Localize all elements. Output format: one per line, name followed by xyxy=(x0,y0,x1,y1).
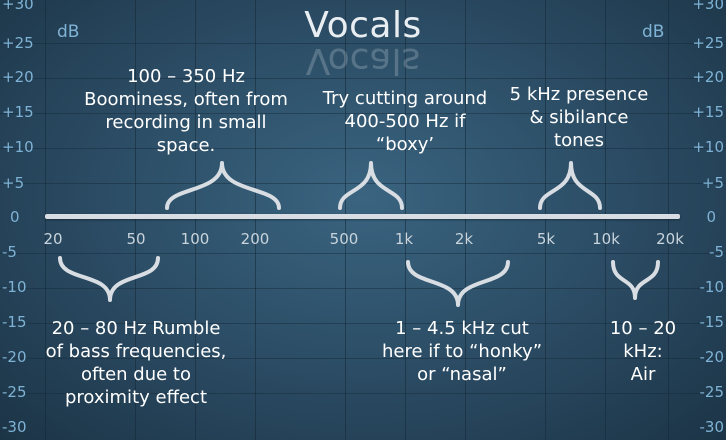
brace-rumble xyxy=(58,256,160,302)
annotation-line: 100 – 350 Hz xyxy=(127,66,245,87)
annotation-line: 1 – 4.5 kHz cut xyxy=(395,318,529,339)
annotation-line: tones xyxy=(554,130,604,151)
annotation-rumble: 20 – 80 Hz Rumble of bass frequencies, o… xyxy=(40,317,232,409)
annotation-line: here if to “honky” xyxy=(381,341,543,362)
annotation-line: “boxy’ xyxy=(375,134,435,155)
brace-honky xyxy=(406,260,510,307)
annotation-line: 400-500 Hz if xyxy=(344,111,466,132)
annotation-line: & sibilance xyxy=(529,107,629,128)
annotation-line: recording in small xyxy=(105,112,267,133)
annotation-air: 10 – 20 kHz: Air xyxy=(600,317,686,386)
annotation-boxy: Try cutting around 400-500 Hz if “boxy’ xyxy=(309,87,501,156)
annotation-line: space. xyxy=(156,135,216,156)
brace-presence xyxy=(538,161,602,210)
annotation-presence: 5 kHz presence & sibilance tones xyxy=(503,83,655,152)
annotation-line: Air xyxy=(630,364,656,385)
annotation-line: Boominess, often from xyxy=(84,89,288,110)
annotation-line: proximity effect xyxy=(64,387,207,408)
annotation-line: 5 kHz presence xyxy=(509,84,649,105)
annotation-line: kHz: xyxy=(623,341,663,362)
annotation-line: or “nasal” xyxy=(417,364,507,385)
annotation-line: 10 – 20 xyxy=(609,318,677,339)
brace-boominess xyxy=(165,161,281,210)
annotation-honky: 1 – 4.5 kHz cut here if to “honky” or “n… xyxy=(372,317,552,386)
annotation-line: often due to xyxy=(81,364,191,385)
annotation-line: Try cutting around xyxy=(322,88,488,109)
annotation-line: of bass frequencies, xyxy=(45,341,227,362)
annotation-line: 20 – 80 Hz Rumble xyxy=(51,318,221,339)
brace-air xyxy=(611,260,660,300)
brace-boxy xyxy=(338,161,404,210)
annotation-boominess: 100 – 350 Hz Boominess, often from recor… xyxy=(79,65,293,157)
eq-diagram: +30 +25 +20 +15 +10 +5 0 -5 -10 -15 -20 … xyxy=(0,0,726,440)
